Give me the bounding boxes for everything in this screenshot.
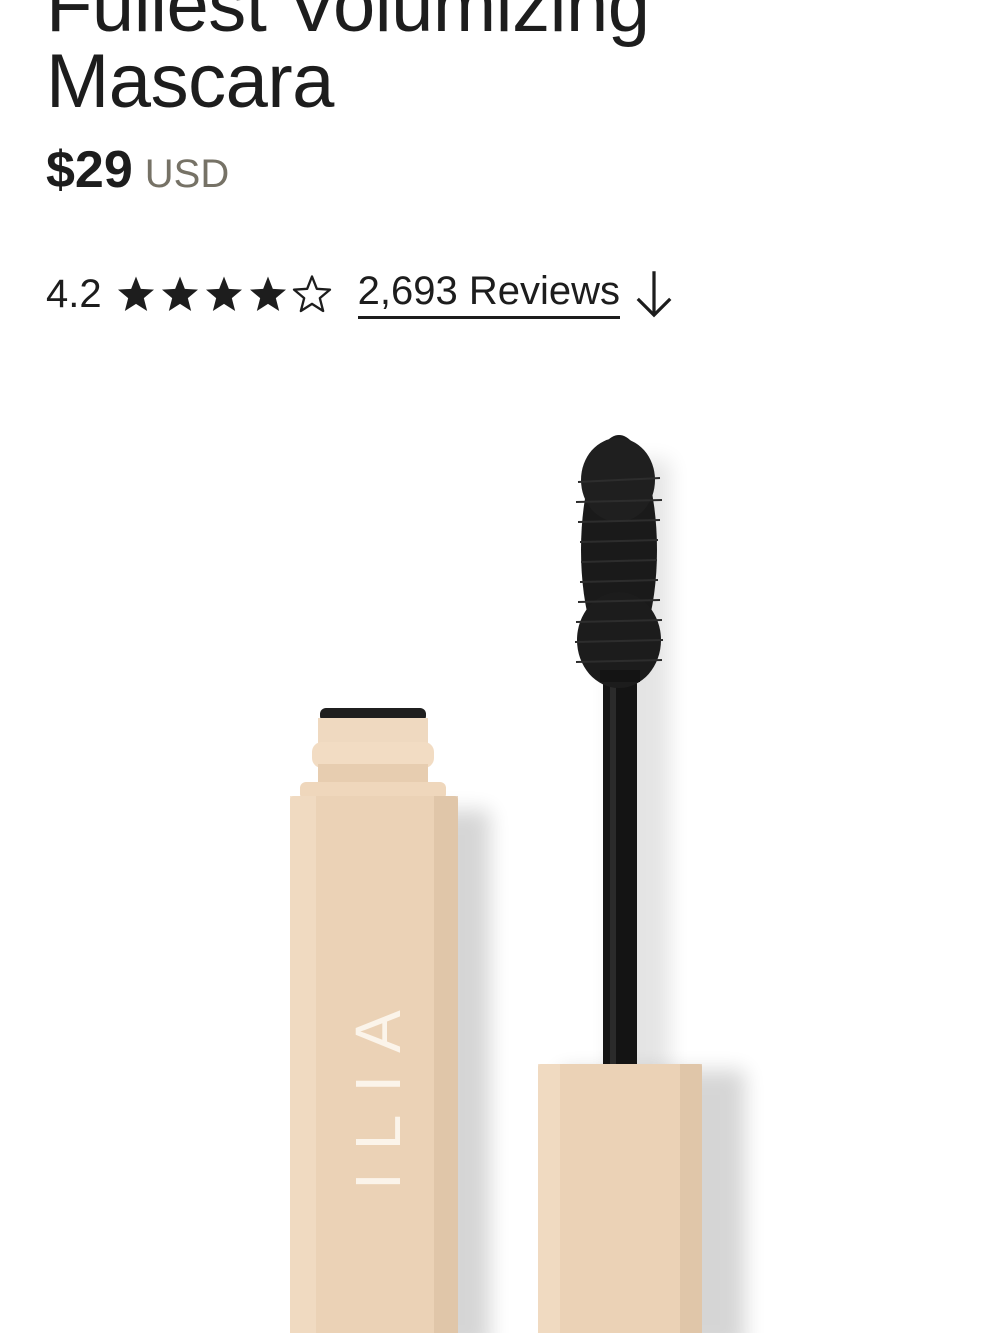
star-filled-icon: [161, 276, 198, 311]
star-outline-icon: [292, 275, 331, 313]
price-currency: USD: [144, 152, 230, 196]
star-filled-icon: [117, 276, 154, 311]
rating-row: 4.2 2,693 Reviews: [46, 264, 674, 324]
product-title-line-1: Fullest Volumizing: [46, 0, 650, 48]
product-title: Fullest Volumizing Mascara: [46, 0, 946, 120]
reviews-link[interactable]: 2,693 Reviews: [357, 269, 620, 319]
star-filled-icon: [205, 276, 242, 311]
mascara-cap: [538, 1064, 702, 1333]
rating-value: 4.2: [46, 271, 102, 316]
star-filled-icon: [249, 276, 286, 311]
product-image: ILIA: [290, 435, 745, 1333]
svg-text:ILIA: ILIA: [342, 988, 414, 1190]
brand-print: ILIA: [342, 988, 414, 1190]
mascara-tube: ILIA: [290, 708, 458, 1333]
star-rating: [116, 274, 332, 314]
price-row: $29 USD: [46, 140, 229, 206]
product-title-line-2: Mascara: [46, 39, 334, 124]
product-price: $29: [46, 141, 133, 199]
arrow-down-icon[interactable]: [634, 268, 674, 320]
